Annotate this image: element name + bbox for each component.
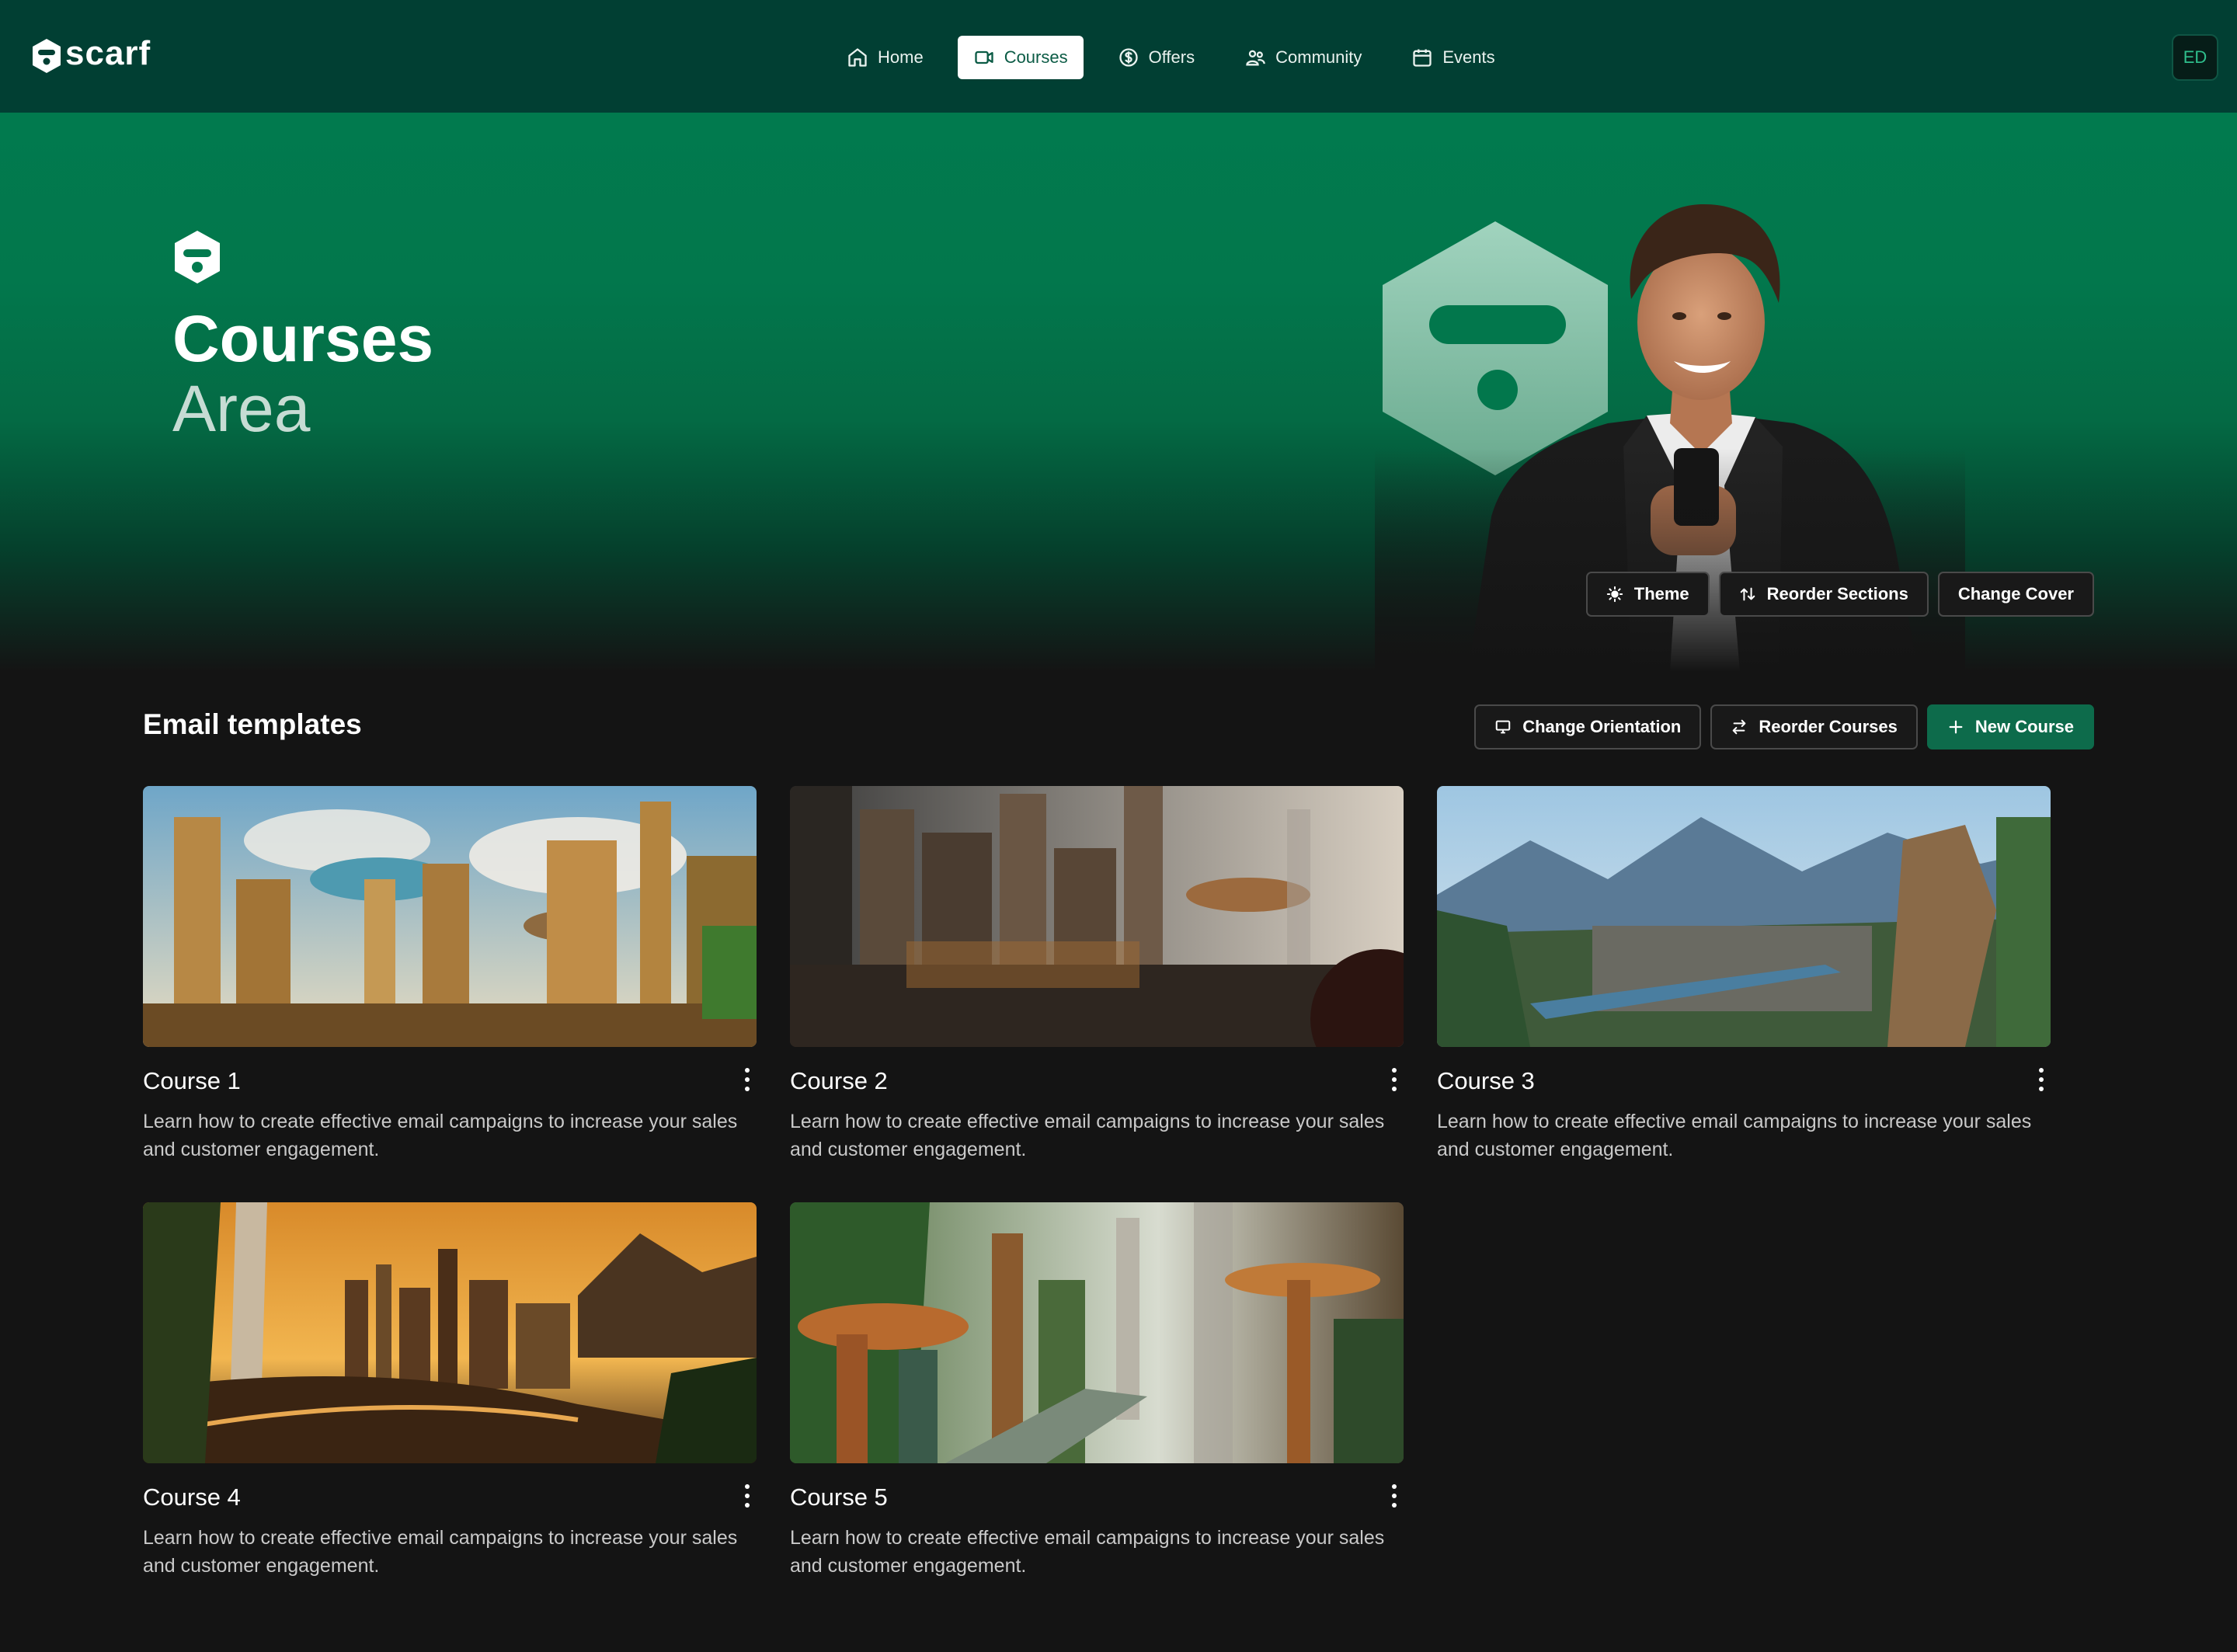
hero-banner: Courses Area Theme Reorder Sections Chan… (0, 113, 2237, 672)
nav-item-label: Home (878, 47, 924, 67)
nav-item-events[interactable]: Events (1396, 36, 1510, 79)
course-card[interactable]: Course 2 Learn how to create effective e… (790, 786, 1404, 1160)
course-5-image (790, 1202, 1404, 1463)
main-nav: Home Courses Offers Community Events (831, 36, 1511, 79)
swap-horizontal-icon (1732, 719, 1746, 735)
change-orientation-label: Change Orientation (1522, 717, 1682, 736)
top-navbar: scarf Home Courses Offers Community Even… (0, 0, 2237, 113)
home-icon (848, 48, 867, 67)
course-4-image (143, 1202, 757, 1463)
course-3-image (1437, 786, 2051, 1047)
nav-item-label: Community (1275, 47, 1362, 67)
nav-item-courses[interactable]: Courses (957, 36, 1084, 79)
monitor-icon (1495, 720, 1511, 734)
calendar-icon (1413, 49, 1432, 67)
course-description: Learn how to create effective email camp… (790, 1527, 1385, 1577)
course-description: Learn how to create effective email camp… (143, 1111, 738, 1160)
new-course-button[interactable]: New Course (1926, 704, 2094, 749)
brand-name: scarf (65, 34, 151, 72)
course-card[interactable]: Course 1 Learn how to create effective e… (143, 786, 757, 1160)
nav-item-label: Offers (1148, 47, 1195, 67)
course-2-image (790, 786, 1404, 1047)
scarf-emblem-icon (175, 231, 220, 283)
course-description: Learn how to create effective email camp… (1437, 1111, 2032, 1160)
more-options-icon[interactable] (2032, 1064, 2051, 1095)
change-cover-button[interactable]: Change Cover (1937, 572, 2094, 617)
new-course-label: New Course (1974, 717, 2074, 736)
nav-item-label: Events (1442, 47, 1495, 67)
course-description: Learn how to create effective email camp… (143, 1527, 738, 1577)
section-actions: Change Orientation Reorder Courses New C… (1474, 704, 2094, 749)
course-title: Course 5 (790, 1483, 888, 1511)
page-title: Courses (172, 302, 434, 375)
course-card[interactable]: Course 4 Learn how to create effective e… (143, 1202, 757, 1577)
more-options-icon[interactable] (1385, 1480, 1404, 1511)
nav-item-community[interactable]: Community (1229, 36, 1377, 79)
section-title: Email templates (143, 708, 362, 740)
reorder-sections-label: Reorder Sections (1766, 584, 1908, 603)
course-title: Course 1 (143, 1067, 241, 1094)
reorder-sections-button[interactable]: Reorder Sections (1718, 572, 1929, 617)
course-thumbnail[interactable] (790, 1202, 1404, 1463)
more-options-icon[interactable] (738, 1064, 757, 1095)
users-icon (1246, 50, 1265, 66)
course-title: Course 2 (790, 1067, 888, 1094)
reorder-courses-label: Reorder Courses (1759, 717, 1898, 736)
scarf-logo-icon (33, 39, 61, 73)
more-options-icon[interactable] (1385, 1064, 1404, 1095)
sun-icon (1606, 586, 1623, 603)
video-icon (975, 50, 993, 64)
theme-button-label: Theme (1633, 584, 1689, 603)
course-thumbnail[interactable] (790, 786, 1404, 1047)
reorder-courses-button[interactable]: Reorder Courses (1710, 704, 1918, 749)
change-cover-label: Change Cover (1957, 584, 2074, 603)
course-thumbnail[interactable] (1437, 786, 2051, 1047)
nav-item-home[interactable]: Home (831, 36, 939, 79)
nav-item-label: Courses (1004, 47, 1068, 67)
dollar-circle-icon (1118, 48, 1138, 67)
course-card[interactable]: Course 5 Learn how to create effective e… (790, 1202, 1404, 1577)
course-thumbnail[interactable] (143, 1202, 757, 1463)
plus-icon (1949, 720, 1963, 734)
course-thumbnail[interactable] (143, 786, 757, 1047)
course-title: Course 4 (143, 1483, 241, 1511)
course-1-image (143, 786, 757, 1047)
more-options-icon[interactable] (738, 1480, 757, 1511)
user-avatar[interactable]: ED (2172, 34, 2218, 81)
theme-button[interactable]: Theme (1585, 572, 1710, 617)
course-title: Course 3 (1437, 1067, 1535, 1094)
hero-actions: Theme Reorder Sections Change Cover (1585, 572, 2094, 617)
swap-vertical-icon (1740, 587, 1755, 601)
course-card[interactable]: Course 3 Learn how to create effective e… (1437, 786, 2051, 1160)
nav-item-offers[interactable]: Offers (1102, 36, 1211, 79)
page-subtitle: Area (172, 372, 311, 445)
brand-logo[interactable]: scarf (31, 37, 151, 75)
course-description: Learn how to create effective email camp… (790, 1111, 1385, 1160)
change-orientation-button[interactable]: Change Orientation (1474, 704, 1702, 749)
